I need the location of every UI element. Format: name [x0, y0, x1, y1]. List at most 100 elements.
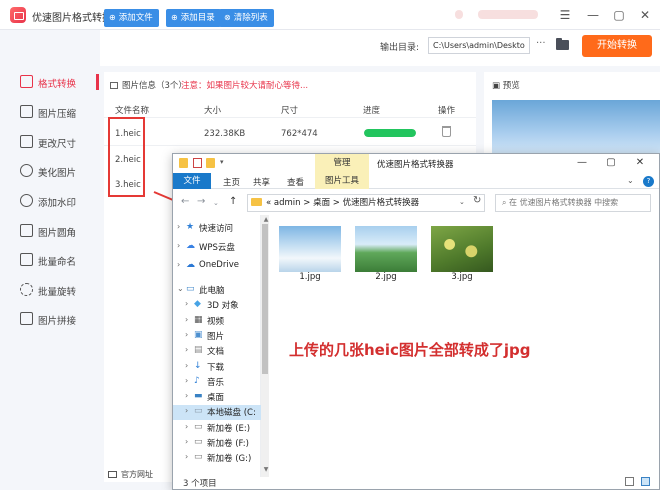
- trash-icon[interactable]: [442, 126, 451, 137]
- file-thumbnail[interactable]: [431, 226, 493, 272]
- maximize-button[interactable]: ▢: [604, 157, 618, 168]
- minimize-button[interactable]: —: [575, 157, 589, 168]
- file-name[interactable]: 2.jpg: [355, 272, 417, 282]
- new-folder-icon[interactable]: [206, 158, 215, 168]
- properties-icon[interactable]: [193, 158, 202, 168]
- add-file-button[interactable]: ⊕ 添加文件: [104, 9, 159, 27]
- nav-item[interactable]: › ▭ 新加卷 (E:): [173, 421, 261, 436]
- nav-item[interactable]: › ♪ 音乐: [173, 375, 261, 390]
- scroll-up-icon[interactable]: ▲: [262, 216, 270, 223]
- tab-file[interactable]: 文件: [173, 173, 211, 189]
- nav-item[interactable]: › ▬ 桌面: [173, 390, 261, 405]
- nav-scrollbar-thumb[interactable]: [262, 224, 268, 374]
- add-dir-button[interactable]: ⊕ 添加目录: [166, 9, 221, 27]
- scroll-down-icon[interactable]: ▼: [262, 466, 270, 473]
- resize-icon: [20, 135, 33, 148]
- sidebar-item-format-convert[interactable]: 格式转换: [0, 69, 100, 95]
- chevron-right-icon[interactable]: ›: [177, 260, 180, 269]
- sidebar-item-batch-rename[interactable]: 批量命名: [0, 247, 100, 273]
- clear-list-button[interactable]: ⊗ 清除列表: [219, 9, 274, 27]
- sidebar-item-resize[interactable]: 更改尺寸: [0, 129, 100, 155]
- output-path-input[interactable]: C:\Users\admin\Deskto: [428, 37, 530, 54]
- back-arrow-icon[interactable]: ←: [181, 196, 189, 207]
- chevron-right-icon[interactable]: ›: [185, 406, 188, 415]
- menu-icon[interactable]: ☰: [556, 6, 574, 24]
- chevron-down-icon[interactable]: ▾: [220, 158, 224, 166]
- chevron-right-icon[interactable]: ›: [185, 376, 188, 385]
- chevron-down-icon[interactable]: ⌄: [459, 198, 465, 206]
- minimize-button[interactable]: —: [584, 6, 602, 24]
- nav-item[interactable]: › ▦ 视频: [173, 314, 261, 329]
- chevron-right-icon[interactable]: ›: [185, 361, 188, 370]
- chevron-right-icon[interactable]: ›: [185, 391, 188, 400]
- chevron-right-icon[interactable]: ›: [185, 452, 188, 461]
- sidebar-item-stitch[interactable]: 图片拼接: [0, 306, 100, 332]
- sidebar-item-batch-rotate[interactable]: 批量旋转: [0, 277, 100, 303]
- clear-list-label: 清除列表: [233, 13, 268, 23]
- search-input[interactable]: ⌕ 在 优速图片格式转换器 中搜索: [495, 194, 651, 212]
- tab-share[interactable]: 共享: [253, 176, 270, 188]
- beautify-icon: [20, 164, 33, 177]
- chevron-right-icon[interactable]: ›: [185, 299, 188, 308]
- nav-item[interactable]: › ▭ 新加卷 (F:): [173, 436, 261, 451]
- address-input[interactable]: « admin > 桌面 > 优速图片格式转换器: [247, 194, 485, 212]
- breadcrumb-current[interactable]: 优速图片格式转换器: [343, 198, 420, 208]
- file-thumbnail[interactable]: [279, 226, 341, 272]
- sidebar-item-label: 格式转换: [38, 79, 77, 90]
- tab-home[interactable]: 主页: [223, 176, 240, 188]
- folder-icon[interactable]: [556, 38, 569, 50]
- nav-item[interactable]: › ★ 快速访问: [173, 221, 261, 236]
- large-icons-view-icon[interactable]: [641, 477, 650, 486]
- breadcrumb-desktop[interactable]: 桌面: [313, 198, 330, 208]
- nav-item[interactable]: › ▭ 本地磁盘 (C:: [173, 405, 261, 421]
- close-button[interactable]: ✕: [633, 157, 647, 168]
- close-button[interactable]: ✕: [636, 6, 654, 24]
- file-name[interactable]: 1.jpg: [279, 272, 341, 282]
- chevron-right-icon[interactable]: ›: [185, 345, 188, 354]
- breadcrumb-admin[interactable]: admin: [274, 198, 301, 208]
- clear-icon: ⊗: [224, 13, 231, 22]
- file-name[interactable]: 3.jpg: [431, 272, 493, 282]
- forward-arrow-icon[interactable]: →: [197, 196, 205, 207]
- chevron-right-icon[interactable]: ⌄: [177, 284, 184, 293]
- sidebar-item-watermark[interactable]: 添加水印: [0, 188, 100, 214]
- nav-item[interactable]: › ☁ WPS云盘: [173, 240, 261, 255]
- chevron-right-icon[interactable]: ›: [185, 422, 188, 431]
- nav-item[interactable]: › ☁ OneDrive: [173, 259, 261, 274]
- preview-label-text: 预览: [502, 81, 520, 91]
- ribbon-expand-icon[interactable]: ⌄: [627, 176, 634, 185]
- website-label: 官方网址: [121, 470, 153, 479]
- start-convert-button[interactable]: 开始转换: [582, 35, 652, 57]
- help-icon[interactable]: ?: [643, 176, 654, 187]
- chevron-right-icon[interactable]: ›: [177, 222, 180, 231]
- browse-more-button[interactable]: ···: [536, 38, 546, 49]
- nav-item[interactable]: › ▤ 文档: [173, 344, 261, 359]
- nav-item[interactable]: › ▭ 新加卷 (G:): [173, 451, 261, 466]
- nav-item[interactable]: › ↓ 下载: [173, 360, 261, 375]
- maximize-button[interactable]: ▢: [610, 6, 628, 24]
- tab-view[interactable]: 查看: [287, 176, 304, 188]
- nav-item[interactable]: ⌄ ▭ 此电脑: [173, 283, 261, 298]
- chevron-right-icon[interactable]: ›: [185, 315, 188, 324]
- chevron-down-icon[interactable]: ⌄: [213, 199, 219, 207]
- sidebar-item-compress[interactable]: 图片压缩: [0, 99, 100, 125]
- progress-fill: [364, 129, 416, 137]
- blurred-account-area[interactable]: [478, 10, 538, 19]
- details-view-icon[interactable]: [625, 477, 634, 486]
- manage-tab[interactable]: 管理: [315, 154, 369, 173]
- nav-item[interactable]: › ◆ 3D 对象: [173, 298, 261, 313]
- table-row-size: 232.38KB: [204, 129, 246, 139]
- nav-item[interactable]: › ▣ 图片: [173, 329, 261, 344]
- desktop-icon: ▬: [194, 391, 203, 402]
- sidebar-item-beautify[interactable]: 美化图片: [0, 158, 100, 184]
- tab-picture-tools[interactable]: 图片工具: [315, 173, 369, 189]
- website-link[interactable]: 官方网址: [108, 469, 153, 480]
- chevron-right-icon[interactable]: ›: [185, 330, 188, 339]
- chevron-right-icon[interactable]: ›: [185, 437, 188, 446]
- chevron-right-icon[interactable]: ›: [177, 241, 180, 250]
- up-arrow-icon[interactable]: ↑: [229, 196, 237, 207]
- refresh-icon[interactable]: ↻: [473, 195, 481, 206]
- sidebar-item-round-corner[interactable]: 图片圆角: [0, 218, 100, 244]
- file-thumbnail[interactable]: [355, 226, 417, 272]
- highlight-box: [108, 117, 145, 197]
